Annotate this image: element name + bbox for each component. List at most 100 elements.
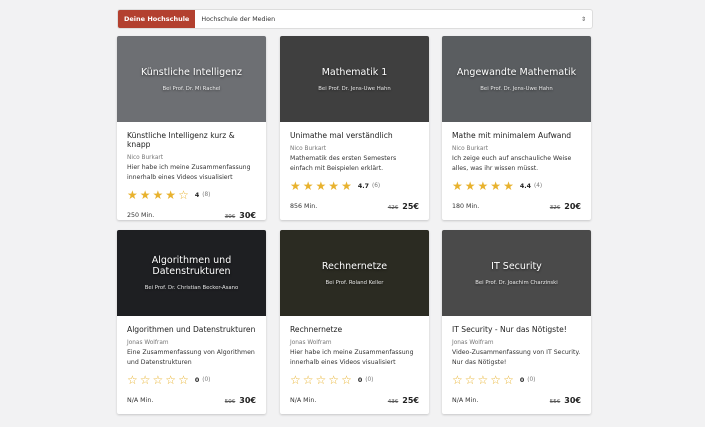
star-empty-icon: ☆ xyxy=(152,373,164,387)
course-description: Hier habe ich meine Zusammenfassung inne… xyxy=(127,164,251,181)
course-hero-professor: Bei Prof. Dr. Mi Rachel xyxy=(162,85,221,92)
course-description: Hier habe ich meine Zusammenfassung inne… xyxy=(290,349,414,366)
course-duration: 250 Min. xyxy=(127,212,155,219)
course-hero-image: Angewandte Mathematik Bei Prof. Dr. Jens… xyxy=(442,36,591,122)
course-footer: N/A Min. 43€ 25€ xyxy=(290,396,419,405)
course-footer: 180 Min. 32€ 20€ xyxy=(452,202,581,211)
old-price: 42€ xyxy=(387,205,399,211)
course-card[interactable]: Künstliche Intelligenz Bei Prof. Dr. Mi … xyxy=(117,36,266,220)
course-hero-image: Künstliche Intelligenz Bei Prof. Dr. Mi … xyxy=(117,36,266,122)
course-card[interactable]: Mathematik 1 Bei Prof. Dr. Jens-Uwe Hahn… xyxy=(280,36,429,220)
course-hero-title: Algorithmen und Datenstrukturen xyxy=(151,255,232,277)
course-description: Mathematik des ersten Semesters einfach … xyxy=(290,155,397,172)
course-hero-image: Algorithmen und Datenstrukturen Bei Prof… xyxy=(117,230,266,316)
current-price: 20€ xyxy=(564,202,581,211)
course-description: Eine Zusammenfassung von Algorithmen und… xyxy=(127,349,255,366)
university-selector[interactable]: Deine Hochschule Hochschule der Medien ⇕ xyxy=(117,9,593,29)
course-price: 32€ 20€ xyxy=(550,202,581,211)
course-duration: 180 Min. xyxy=(452,203,480,210)
star-empty-icon: ☆ xyxy=(452,373,463,387)
star-filled-icon: ★ xyxy=(165,188,177,202)
course-rating: ☆ ☆ ☆ ☆ ☆ 0 (0) xyxy=(290,374,419,386)
course-hero-image: Rechnernetze Bei Prof. Roland Keller xyxy=(280,230,429,316)
old-price: 30€ xyxy=(224,214,236,220)
course-author: Nico Burkart xyxy=(127,155,164,161)
university-badge: Deine Hochschule xyxy=(118,10,196,28)
course-author: Jonas Wolfram xyxy=(127,340,169,346)
star-empty-icon: ☆ xyxy=(178,373,189,387)
course-hero-title: Rechnernetze xyxy=(321,260,388,272)
course-hero-professor: Bei Prof. Dr. Jens-Uwe Hahn xyxy=(480,85,553,92)
course-footer: 250 Min. 30€ 30€ xyxy=(127,211,256,220)
course-hero-professor: Bei Prof. Dr. Joachim Charzinski xyxy=(475,279,558,286)
course-price: 55€ 30€ xyxy=(550,396,581,405)
course-title[interactable]: Mathe mit minimalem Aufwand xyxy=(452,131,581,140)
course-hero-professor: Bei Prof. Dr. Jens-Uwe Hahn xyxy=(318,85,391,92)
course-card[interactable]: Rechnernetze Bei Prof. Roland Keller Rec… xyxy=(280,230,429,414)
course-duration: N/A Min. xyxy=(452,397,479,404)
course-title[interactable]: Unimathe mal verständlich xyxy=(290,131,419,140)
course-hero-image: IT Security Bei Prof. Dr. Joachim Charzi… xyxy=(442,230,591,316)
course-hero-title: Künstliche Intelligenz xyxy=(140,66,243,78)
rating-value: 4.4 xyxy=(519,182,531,190)
course-hero-title: Angewandte Mathematik xyxy=(456,66,577,78)
star-empty-icon: ☆ xyxy=(302,373,314,387)
old-price: 50€ xyxy=(224,399,236,405)
star-half-icon: ★ xyxy=(341,179,352,193)
star-empty-icon: ☆ xyxy=(477,373,489,387)
course-price: 30€ 30€ xyxy=(225,211,256,220)
course-price: 42€ 25€ xyxy=(388,202,419,211)
star-empty-icon: ☆ xyxy=(127,373,138,387)
select-arrow-icon: ⇕ xyxy=(580,15,586,23)
star-empty-icon: ☆ xyxy=(315,373,327,387)
current-price: 25€ xyxy=(402,396,419,405)
course-title[interactable]: IT Security - Nur das Nötigste! xyxy=(452,325,581,334)
course-card[interactable]: IT Security Bei Prof. Dr. Joachim Charzi… xyxy=(442,230,591,414)
star-empty-icon: ☆ xyxy=(464,373,476,387)
current-price: 30€ xyxy=(564,396,581,405)
course-card[interactable]: Algorithmen und Datenstrukturen Bei Prof… xyxy=(117,230,266,414)
star-filled-icon: ★ xyxy=(452,179,463,193)
course-description: Video-Zusammenfassung von IT Security. N… xyxy=(452,349,581,366)
course-author: Nico Burkart xyxy=(452,146,489,152)
star-empty-icon: ☆ xyxy=(503,373,514,387)
star-empty-icon: ☆ xyxy=(490,373,502,387)
star-filled-icon: ★ xyxy=(328,179,340,193)
course-title[interactable]: Algorithmen und Datenstrukturen xyxy=(127,325,256,334)
rating-count: (8) xyxy=(202,192,211,198)
university-select[interactable]: Hochschule der Medien ⇕ xyxy=(195,10,592,28)
star-empty-icon: ☆ xyxy=(165,373,177,387)
course-author: Jonas Wolfram xyxy=(452,340,494,346)
rating-value: 0 xyxy=(357,376,363,384)
star-filled-icon: ★ xyxy=(315,179,327,193)
course-duration: N/A Min. xyxy=(127,397,154,404)
rating-count: (4) xyxy=(533,183,543,189)
rating-count: (0) xyxy=(527,377,536,383)
course-description: Ich zeige euch auf anschauliche Weise al… xyxy=(452,155,572,172)
current-price: 30€ xyxy=(239,396,256,405)
course-hero-professor: Bei Prof. Roland Keller xyxy=(325,279,384,286)
course-rating: ☆ ☆ ☆ ☆ ☆ 0 (0) xyxy=(127,374,256,386)
star-empty-icon: ☆ xyxy=(178,188,189,202)
star-empty-icon: ☆ xyxy=(139,373,151,387)
rating-count: (0) xyxy=(365,377,374,383)
star-filled-icon: ★ xyxy=(290,179,301,193)
course-card[interactable]: Angewandte Mathematik Bei Prof. Dr. Jens… xyxy=(442,36,591,220)
star-filled-icon: ★ xyxy=(477,179,489,193)
course-rating: ★ ★ ★ ★ ☆ 4 (8) xyxy=(127,189,256,201)
rating-value: 4 xyxy=(194,191,200,199)
course-author: Nico Burkart xyxy=(290,146,327,152)
course-footer: 856 Min. 42€ 25€ xyxy=(290,202,419,211)
course-rating: ☆ ☆ ☆ ☆ ☆ 0 (0) xyxy=(452,374,581,386)
star-empty-icon: ☆ xyxy=(341,373,352,387)
star-empty-icon: ☆ xyxy=(328,373,340,387)
course-author: Jonas Wolfram xyxy=(290,340,332,346)
course-title[interactable]: Rechnernetze xyxy=(290,325,419,334)
rating-count: (0) xyxy=(202,377,211,383)
course-duration: N/A Min. xyxy=(290,397,317,404)
rating-value: 4.7 xyxy=(357,182,369,190)
course-title[interactable]: Künstliche Intelligenz kurz & knapp xyxy=(127,131,256,149)
course-price: 43€ 25€ xyxy=(388,396,419,405)
star-empty-icon: ☆ xyxy=(290,373,301,387)
star-filled-icon: ★ xyxy=(127,188,138,202)
